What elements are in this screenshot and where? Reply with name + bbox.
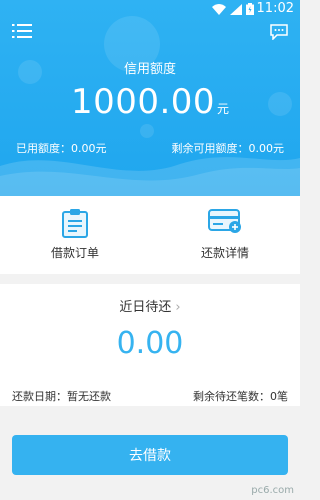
pending-repayment-count: 剩余待还笔数：0笔: [193, 390, 288, 403]
watermark: pc6.com: [251, 485, 294, 496]
chevron-right-icon: ›: [175, 300, 181, 315]
status-bar: 11:02: [0, 0, 300, 18]
remaining-limit: 剩余可用额度：0.00元: [171, 142, 285, 155]
wifi-icon: [212, 3, 226, 15]
battery-icon: [246, 3, 254, 15]
shortcut-row: 借款订单 还款详情: [0, 196, 300, 274]
repayment-details-button[interactable]: 还款详情: [150, 196, 300, 274]
recent-due-title[interactable]: 近日待还 ›: [0, 296, 300, 315]
clipboard-icon: [62, 209, 88, 238]
status-time: 11:02: [256, 1, 294, 16]
borrow-button[interactable]: 去借款: [12, 435, 288, 475]
recent-due-card[interactable]: 近日待还 › 0.00 还款日期：暂无还款 剩余待还笔数：0笔: [0, 284, 300, 406]
credit-header: 11:02 信用额度 1000.00 元 已用额度：0.00元 剩余可用额度：0.…: [0, 0, 300, 196]
repayment-details-label: 还款详情: [200, 246, 249, 260]
used-limit: 已用额度：0.00元: [16, 142, 107, 155]
credit-limit-label: 信用额度: [123, 62, 176, 77]
card-icon: [208, 209, 241, 233]
credit-limit-amount: 1000.00 元: [0, 82, 300, 122]
recent-due-title-text: 近日待还: [119, 300, 172, 315]
due-amount: 0.00: [116, 326, 184, 361]
signal-icon: [230, 3, 242, 15]
repay-date: 还款日期：暂无还款: [12, 390, 111, 403]
credit-amount-unit: 元: [217, 102, 230, 116]
message-icon[interactable]: [270, 24, 288, 40]
loan-orders-label: 借款订单: [50, 246, 99, 260]
status-icons: [212, 3, 254, 15]
credit-amount-value: 1000.00: [70, 82, 216, 122]
loan-orders-button[interactable]: 借款订单: [0, 196, 150, 274]
menu-icon[interactable]: [12, 24, 32, 38]
